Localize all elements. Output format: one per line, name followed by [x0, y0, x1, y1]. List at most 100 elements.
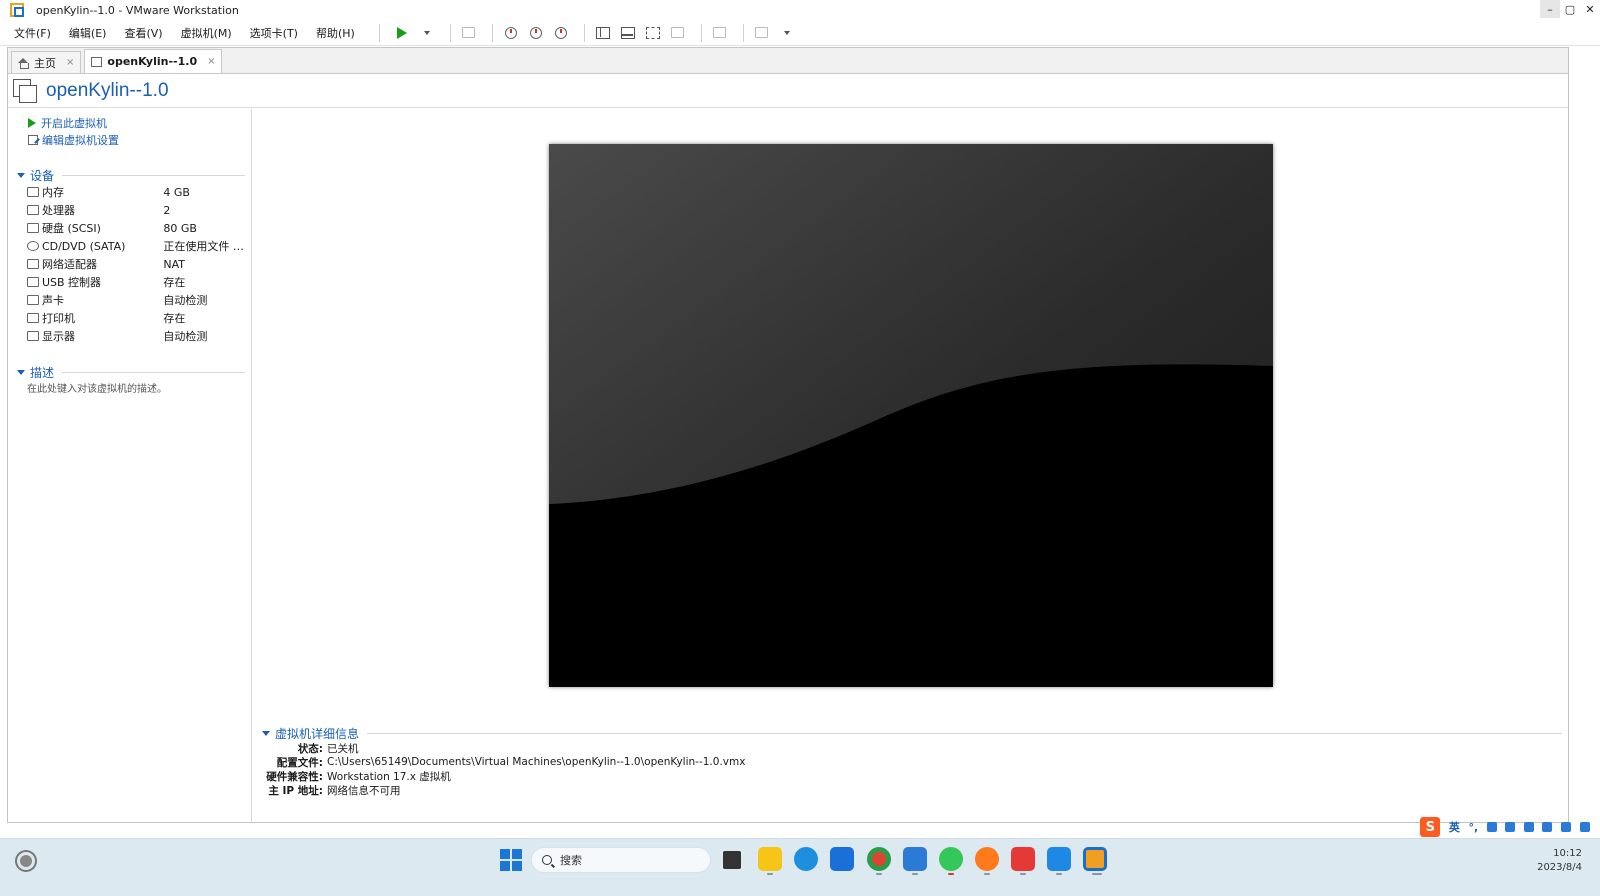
- feishu-icon[interactable]: [903, 847, 927, 871]
- file-explorer-icon[interactable]: [758, 847, 782, 871]
- tab-home-close-icon[interactable]: ×: [66, 57, 74, 68]
- revert-snapshot-icon: [529, 26, 542, 39]
- taskbar-search-box[interactable]: 搜索: [531, 847, 711, 873]
- devices-section-header[interactable]: 设备: [17, 167, 245, 184]
- detail-row-ip-address: 主 IP 地址: 网络信息不可用: [262, 783, 401, 797]
- detail-value: 已关机: [327, 742, 359, 755]
- close-button[interactable]: ✕: [1580, 0, 1600, 18]
- system-clock[interactable]: 10:12 2023/8/4: [1537, 847, 1582, 875]
- unity-button[interactable]: [668, 23, 688, 43]
- stretch-guest-button[interactable]: [752, 23, 772, 43]
- settings-icon[interactable]: [1579, 822, 1590, 832]
- device-row-disk[interactable]: 硬盘 (SCSI) 80 GB: [27, 220, 247, 236]
- device-value: 4 GB: [163, 185, 190, 199]
- ime-mode-toggle[interactable]: 英: [1449, 819, 1460, 835]
- revert-snapshot-button[interactable]: [526, 23, 546, 43]
- device-row-usb[interactable]: USB 控制器 存在: [27, 274, 247, 290]
- power-on-button[interactable]: [392, 23, 412, 43]
- menu-vm[interactable]: 虚拟机(M): [179, 23, 234, 43]
- task-view-icon[interactable]: [723, 851, 741, 869]
- bird-app-icon[interactable]: [1047, 847, 1071, 871]
- console-view-button[interactable]: [710, 23, 730, 43]
- device-value: 自动检测: [163, 294, 208, 307]
- edit-settings-icon: [28, 135, 38, 145]
- sogou-ime-logo[interactable]: S: [1420, 817, 1441, 837]
- vm-header: openKylin--1.0: [8, 75, 1568, 108]
- stretch-dropdown-button[interactable]: [777, 23, 797, 43]
- menu-bar: 文件(F) 编辑(E) 查看(V) 虚拟机(M) 选项卡(T) 帮助(H): [0, 20, 1600, 46]
- microphone-icon[interactable]: [1486, 822, 1497, 832]
- detail-label: 硬件兼容性:: [266, 770, 323, 783]
- menu-help[interactable]: 帮助(H): [314, 23, 357, 43]
- device-row-cd-dvd[interactable]: CD/DVD (SATA) 正在使用文件 C:...: [27, 238, 247, 254]
- printer-icon: [27, 313, 39, 323]
- device-row-display[interactable]: 显示器 自动检测: [27, 328, 247, 344]
- detail-row-compatibility: 硬件兼容性: Workstation 17.x 虚拟机: [262, 769, 451, 783]
- vmware-taskbar-icon[interactable]: [1083, 847, 1107, 871]
- description-section-header[interactable]: 描述: [17, 364, 245, 381]
- device-row-memory[interactable]: 内存 4 GB: [27, 184, 247, 200]
- maximize-button[interactable]: ▢: [1560, 0, 1580, 18]
- device-name: 网络适配器: [41, 258, 97, 271]
- device-row-printer[interactable]: 打印机 存在: [27, 310, 247, 326]
- windows-logo-tile: [512, 849, 522, 859]
- show-thumbnail-bar-button[interactable]: [618, 23, 638, 43]
- vm-tab-icon: [91, 56, 103, 67]
- windows-logo-tile: [500, 861, 510, 871]
- running-indicator: [876, 873, 882, 875]
- snapshot-manager-button[interactable]: [551, 23, 571, 43]
- ime-punctuation-toggle[interactable]: °,: [1468, 821, 1478, 834]
- grid-icon[interactable]: [1561, 822, 1572, 832]
- detail-value: C:\Users\65149\Documents\Virtual Machine…: [327, 756, 746, 768]
- detail-label: 配置文件:: [276, 756, 323, 769]
- collapse-triangle-icon: [17, 173, 25, 178]
- vm-screen-preview[interactable]: [549, 144, 1273, 687]
- widgets-icon[interactable]: [17, 852, 35, 870]
- detail-value: 网络信息不可用: [327, 784, 401, 797]
- photos-icon[interactable]: [830, 847, 854, 871]
- keyboard-icon[interactable]: [1505, 822, 1516, 832]
- tab-home[interactable]: 主页 ×: [11, 51, 82, 73]
- console-icon: [713, 27, 727, 38]
- wps-icon[interactable]: [1011, 847, 1035, 871]
- wechat-icon[interactable]: [939, 847, 963, 871]
- running-indicator: [948, 873, 954, 875]
- edge-icon[interactable]: [794, 847, 818, 871]
- description-text[interactable]: 在此处键入对该虚拟机的描述。: [27, 380, 167, 395]
- skin-icon[interactable]: [1523, 822, 1534, 832]
- power-on-vm-link[interactable]: 开启此虚拟机: [28, 115, 107, 131]
- send-ctrl-alt-del-button[interactable]: [459, 23, 479, 43]
- tab-strip: 主页 × openKylin--1.0 ×: [8, 48, 1568, 74]
- windows-logo-tile: [512, 861, 522, 871]
- device-value: 正在使用文件 C:...: [163, 240, 247, 253]
- detail-label: 状态:: [297, 742, 323, 755]
- tab-openkylin-close-icon[interactable]: ×: [207, 56, 215, 67]
- device-row-network[interactable]: 网络适配器 NAT: [27, 256, 247, 272]
- device-name: CD/DVD (SATA): [41, 239, 126, 253]
- menu-tabs[interactable]: 选项卡(T): [248, 23, 300, 43]
- toolbar-separator: [583, 23, 585, 42]
- tab-openkylin[interactable]: openKylin--1.0 ×: [84, 49, 223, 73]
- divider: [367, 733, 1562, 734]
- start-button[interactable]: [500, 849, 522, 871]
- power-dropdown-button[interactable]: [417, 23, 437, 43]
- running-indicator: [1020, 873, 1026, 875]
- device-row-sound[interactable]: 声卡 自动检测: [27, 292, 247, 308]
- firefox-icon[interactable]: [975, 847, 999, 871]
- show-library-button[interactable]: [593, 23, 613, 43]
- menu-file[interactable]: 文件(F): [12, 23, 53, 43]
- minimize-button[interactable]: –: [1540, 0, 1560, 18]
- full-screen-button[interactable]: [643, 23, 663, 43]
- thumbnail-bar-icon: [620, 26, 635, 39]
- library-icon: [595, 26, 610, 39]
- chrome-icon[interactable]: [867, 847, 891, 871]
- snapshot-button[interactable]: [501, 23, 521, 43]
- menu-view[interactable]: 查看(V): [122, 23, 164, 43]
- vm-details-header[interactable]: 虚拟机详细信息: [262, 725, 1562, 742]
- cpu-icon: [27, 205, 39, 215]
- device-row-cpu[interactable]: 处理器 2: [27, 202, 247, 218]
- divider: [62, 372, 245, 373]
- edit-vm-settings-link[interactable]: 编辑虚拟机设置: [28, 132, 119, 148]
- cloud-icon[interactable]: [1542, 822, 1553, 832]
- menu-edit[interactable]: 编辑(E): [67, 23, 109, 43]
